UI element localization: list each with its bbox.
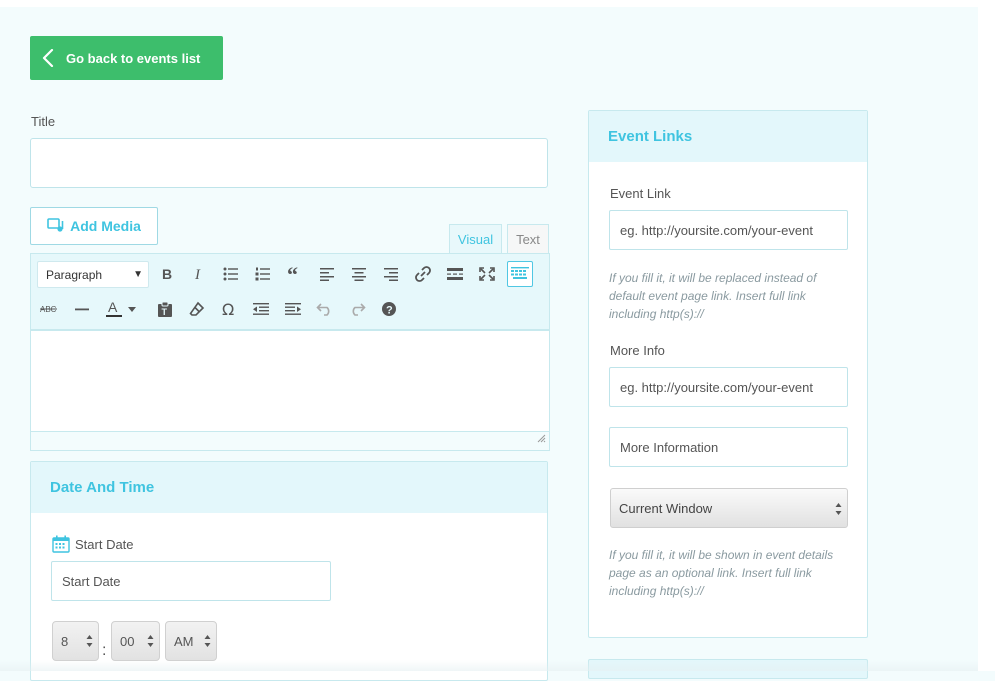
- resize-grip-icon[interactable]: [537, 430, 546, 448]
- editor-status-bar: [30, 431, 550, 451]
- minute-select[interactable]: 00: [111, 621, 160, 661]
- add-media-button[interactable]: Add Media: [30, 207, 158, 245]
- event-link-help: If you fill it, it will be replaced inst…: [609, 271, 817, 321]
- back-button-label: Go back to events list: [66, 50, 201, 66]
- link-target-value: Current Window: [619, 500, 713, 516]
- toolbar-toggle-icon[interactable]: [507, 261, 533, 287]
- media-icon: [47, 217, 65, 236]
- align-left-icon[interactable]: [315, 262, 339, 286]
- next-panel-header: [588, 659, 868, 679]
- more-info-label: More Info: [610, 343, 665, 358]
- ampm-select[interactable]: AM: [165, 621, 217, 661]
- more-info-help: If you fill it, it will be shown in even…: [609, 548, 834, 598]
- editor-toolbar: Paragraph ▼ B I “ ABC A T Ω ?: [30, 253, 550, 331]
- chevron-left-icon: [30, 49, 66, 67]
- align-right-icon[interactable]: [379, 262, 403, 286]
- tab-visual[interactable]: Visual: [449, 224, 502, 254]
- link-icon[interactable]: [411, 262, 435, 286]
- top-strip: [0, 0, 978, 7]
- redo-icon[interactable]: [345, 297, 369, 321]
- dropdown-arrow-icon: ▼: [133, 269, 143, 280]
- time-separator: :: [102, 642, 107, 659]
- more-info-url-input[interactable]: eg. http://yoursite.com/your-event: [609, 367, 848, 407]
- svg-text:“: “: [287, 267, 298, 281]
- editor-content-area[interactable]: [30, 331, 550, 431]
- bold-icon[interactable]: B: [155, 262, 179, 286]
- hour-select[interactable]: 8: [52, 621, 99, 661]
- date-time-heading: Date And Time: [31, 462, 547, 513]
- hour-value: 8: [61, 633, 69, 649]
- indent-icon[interactable]: [281, 297, 305, 321]
- read-more-icon[interactable]: [443, 262, 467, 286]
- event-link-input[interactable]: eg. http://yoursite.com/your-event: [609, 210, 848, 250]
- numbered-list-icon[interactable]: [251, 262, 275, 286]
- updown-arrows-icon: [835, 502, 842, 516]
- calendar-icon: [52, 535, 70, 558]
- align-center-icon[interactable]: [347, 262, 371, 286]
- event-links-heading: Event Links: [589, 111, 867, 162]
- right-strip: [978, 0, 995, 671]
- link-target-select[interactable]: Current Window: [610, 488, 848, 528]
- svg-text:Ω: Ω: [222, 301, 234, 317]
- tab-text[interactable]: Text: [507, 224, 549, 254]
- start-date-label: Start Date: [75, 537, 134, 552]
- strikethrough-icon[interactable]: ABC: [37, 297, 61, 321]
- text-color-dropdown-icon[interactable]: [125, 297, 139, 321]
- svg-text:B: B: [162, 267, 172, 281]
- event-link-label: Event Link: [610, 186, 671, 201]
- updown-arrows-icon: [86, 634, 93, 648]
- title-label: Title: [31, 114, 56, 129]
- svg-text:I: I: [194, 267, 201, 281]
- special-character-icon[interactable]: Ω: [217, 297, 241, 321]
- italic-icon[interactable]: I: [187, 262, 211, 286]
- updown-arrows-icon: [147, 634, 154, 648]
- blockquote-icon[interactable]: “: [283, 262, 307, 286]
- start-date-input[interactable]: Start Date: [51, 561, 331, 601]
- undo-icon[interactable]: [313, 297, 337, 321]
- updown-arrows-icon: [204, 634, 211, 648]
- help-icon[interactable]: ?: [377, 297, 401, 321]
- text-color-icon[interactable]: A: [102, 297, 126, 321]
- paste-text-icon[interactable]: T: [153, 297, 177, 321]
- fullscreen-icon[interactable]: [475, 262, 499, 286]
- svg-text:T: T: [162, 307, 168, 317]
- title-input[interactable]: [30, 138, 548, 188]
- horizontal-line-icon[interactable]: [70, 297, 94, 321]
- back-to-events-button[interactable]: Go back to events list: [30, 36, 223, 80]
- svg-text:A: A: [108, 300, 118, 315]
- outdent-icon[interactable]: [249, 297, 273, 321]
- clear-formatting-icon[interactable]: [185, 297, 209, 321]
- add-media-label: Add Media: [70, 218, 141, 234]
- minute-value: 00: [120, 633, 135, 649]
- bullet-list-icon[interactable]: [219, 262, 243, 286]
- ampm-value: AM: [174, 633, 194, 649]
- date-time-panel: Date And Time Start Date Start Date 8 : …: [30, 461, 548, 681]
- format-select[interactable]: Paragraph ▼: [37, 261, 149, 288]
- more-info-title-input[interactable]: More Information: [609, 427, 848, 467]
- svg-text:?: ?: [386, 305, 393, 317]
- event-links-panel: Event Links Event Link eg. http://yoursi…: [588, 110, 868, 638]
- format-select-value: Paragraph: [46, 267, 103, 282]
